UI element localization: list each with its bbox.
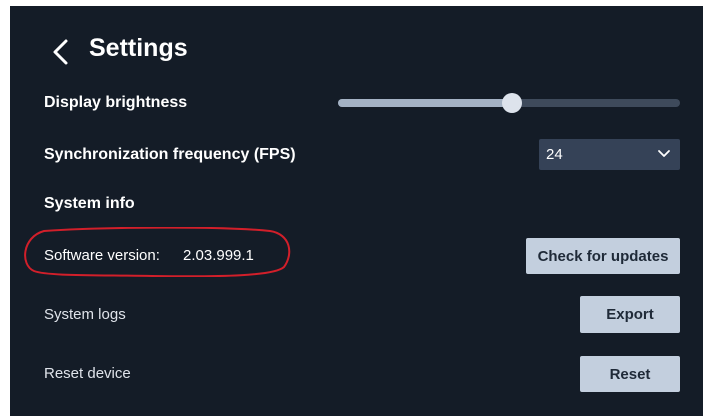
settings-panel: Settings Display brightness Synchronizat…	[10, 6, 703, 416]
export-button[interactable]: Export	[580, 296, 680, 333]
chevron-down-icon	[658, 150, 670, 157]
brightness-slider[interactable]	[338, 93, 680, 113]
system-info-heading: System info	[44, 195, 135, 212]
reset-device-label: Reset device	[44, 365, 131, 382]
back-button[interactable]	[46, 32, 74, 72]
sync-frequency-value: 24	[546, 146, 563, 163]
sync-frequency-select[interactable]: 24	[539, 139, 680, 170]
page-title: Settings	[89, 34, 188, 62]
brightness-label: Display brightness	[44, 94, 188, 111]
system-logs-label: System logs	[44, 306, 126, 323]
brightness-slider-fill	[338, 99, 513, 107]
sync-frequency-label: Synchronization frequency (FPS)	[44, 146, 296, 163]
chevron-left-icon	[53, 39, 68, 65]
check-for-updates-button[interactable]: Check for updates	[526, 238, 680, 274]
software-version-label: Software version:	[44, 247, 160, 264]
brightness-slider-thumb[interactable]	[502, 93, 523, 113]
reset-button[interactable]: Reset	[580, 356, 680, 392]
software-version-value: 2.03.999.1	[183, 247, 254, 264]
